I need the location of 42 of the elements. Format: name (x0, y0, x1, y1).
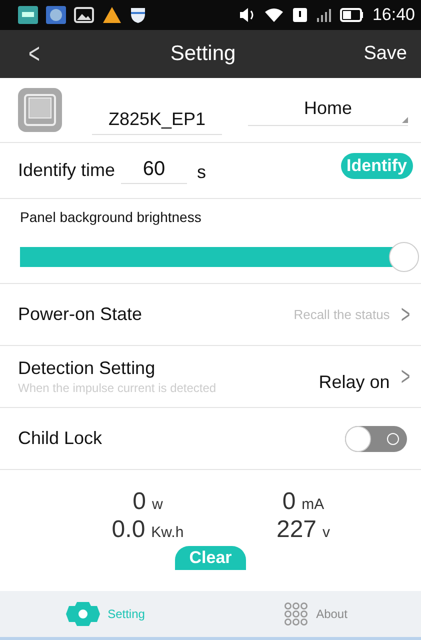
reading-value: 0.0 (112, 516, 146, 544)
row-value: Relay on (318, 372, 390, 393)
brightness-slider[interactable] (20, 242, 419, 272)
reading-value: 0 (282, 488, 296, 516)
slider-thumb[interactable] (389, 242, 419, 272)
gear-icon (66, 602, 100, 626)
reading-unit: v (322, 524, 330, 541)
reading-value: 227 (276, 516, 317, 544)
corner-icon (402, 117, 408, 123)
reading-unit: Kw.h (151, 524, 184, 541)
app-icon (46, 6, 66, 24)
back-button[interactable]: < (28, 38, 40, 70)
brightness-label: Panel background brightness (20, 209, 202, 225)
toggle-switch[interactable] (345, 426, 407, 452)
image-icon (74, 7, 94, 23)
device-name-field[interactable]: Z825K_EP1 (92, 99, 222, 135)
reading-value: 0 (132, 488, 146, 516)
settings-row[interactable]: Power-on State Recall the status > (0, 284, 421, 346)
shield-icon (130, 6, 146, 24)
warning-icon (102, 6, 122, 24)
seconds-unit: s (197, 162, 206, 183)
chevron-icon: > (400, 299, 410, 330)
reading-unit: mA (302, 496, 324, 513)
identify-time-label: Identify time (18, 160, 116, 181)
save-button[interactable]: Save (364, 43, 407, 65)
reading-unit: w (152, 496, 163, 513)
wifi-icon (264, 7, 284, 23)
row-value: Recall the status (294, 307, 390, 322)
row-title: Power-on State (18, 304, 144, 325)
app-icon (18, 6, 38, 24)
identify-time-field[interactable]: 60 (121, 158, 188, 184)
chevron-icon: > (400, 361, 410, 392)
alert-icon (292, 7, 308, 23)
screen-title: Setting (170, 42, 236, 66)
clock-time: 16:40 (372, 5, 415, 25)
grid-icon (284, 602, 308, 626)
room-dropdown[interactable]: Home (248, 94, 408, 126)
row-title: Detection Setting (18, 358, 156, 379)
row-title: Child Lock (18, 428, 104, 449)
battery-icon (340, 8, 364, 22)
signal-icon (316, 7, 332, 23)
switch-icon (18, 88, 62, 132)
